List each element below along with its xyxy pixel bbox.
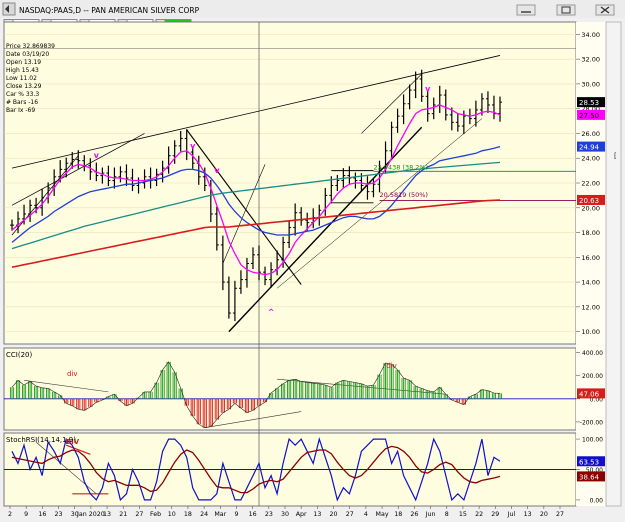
x-tick-label: 24: [200, 511, 208, 518]
fib-label: 22.9438 (38.2%): [373, 163, 428, 171]
price-y-tick-label: 34.00: [581, 31, 600, 39]
x-tick-label: 9: [234, 511, 238, 518]
info-line: Bar Ix -69: [6, 107, 35, 114]
wave-marker: ^: [268, 307, 275, 316]
x-tick-label: 20: [540, 511, 548, 518]
symbol-line: NASDAQ:PAAS,D -- PAN AMERICAN SILVER COR…: [19, 6, 200, 15]
x-tick-label: 29: [491, 511, 499, 518]
info-line: Date 03/19/20: [6, 51, 49, 58]
stoch-k-last-label: 63.53: [579, 458, 599, 466]
price-last-label: 28.53: [579, 99, 599, 107]
x-tick-label: Jul: [507, 511, 516, 518]
wave-marker: v: [190, 141, 196, 150]
wave-marker: v: [214, 166, 220, 175]
price-y-tick-label: 12.00: [581, 303, 600, 311]
x-tick-label: 18: [394, 511, 402, 518]
x-tick-label: 18: [184, 511, 192, 518]
cci-y-tick-label: -200.00: [580, 419, 603, 426]
x-tick-label: 10: [168, 511, 176, 518]
x-tick-label: Jan 2020: [76, 511, 105, 518]
x-tick-label: 4: [364, 511, 368, 518]
x-tick-label: May: [376, 511, 389, 518]
ma-short-last-label: 27.50: [579, 112, 599, 120]
window-arrows-icon[interactable]: [2, 2, 16, 16]
info-line: Low 11.02: [6, 75, 37, 82]
x-tick-label: 27: [135, 511, 143, 518]
x-tick-label: Jun: [425, 511, 436, 518]
x-tick-label: 16: [38, 511, 46, 518]
price-y-tick-label: 32.00: [581, 56, 600, 64]
x-tick-label: 23: [55, 511, 63, 518]
maximize-icon[interactable]: [556, 4, 576, 16]
stoch-y-tick-label: 0.00: [590, 497, 604, 504]
info-line: Price 32.869839: [6, 43, 55, 50]
cci-panel: [3, 347, 577, 431]
cci-div-label: div: [386, 362, 397, 370]
price-y-tick-label: 24.00: [581, 155, 600, 163]
x-tick-label: 27: [346, 511, 354, 518]
info-line: Car % 33.3: [6, 91, 39, 98]
price-y-tick-label: 18.00: [581, 229, 600, 237]
close-icon[interactable]: [595, 4, 615, 16]
y-axis-area: [576, 22, 606, 506]
x-tick-label: 8: [445, 511, 449, 518]
scrollbar[interactable]: [605, 21, 622, 507]
stoch-y-tick-label: 100.00: [582, 437, 603, 444]
x-tick-label: 22: [475, 511, 483, 518]
x-tick-label: Mar: [214, 511, 226, 518]
x-tick-label: 15: [459, 511, 467, 518]
x-tick-label: 27: [556, 511, 564, 518]
x-tick-label: 13: [524, 511, 532, 518]
cci-div-label: div: [67, 370, 78, 378]
price-y-tick-label: 20.00: [581, 204, 600, 212]
info-line: High 15.43: [6, 67, 39, 74]
stoch-d-last-label: 38.64: [579, 473, 600, 481]
x-tick-label: 9: [24, 511, 28, 518]
price-y-tick-label: 30.00: [581, 80, 600, 88]
x-tick-label: Apr: [296, 511, 307, 518]
x-tick-label: 2: [8, 511, 12, 518]
cci-title: CCI(20): [6, 351, 32, 359]
info-line: Close 13.29: [6, 83, 42, 90]
price-y-tick-label: 14.00: [581, 279, 600, 287]
wave-marker: v: [425, 84, 431, 93]
stoch-title: StochRSI(14,14,1,9): [6, 436, 76, 444]
x-tick-label: 16: [249, 511, 257, 518]
info-line: Open 13.19: [6, 59, 41, 66]
info-line: # Bars -16: [6, 99, 38, 106]
x-tick-label: 20: [330, 511, 338, 518]
x-tick-label: 13: [103, 511, 111, 518]
x-tick-label: 26: [410, 511, 418, 518]
x-tick-label: 23: [265, 511, 273, 518]
price-y-tick-label: 22.00: [581, 180, 600, 188]
x-tick-label: 30: [281, 511, 289, 518]
x-tick-label: Feb: [150, 511, 161, 518]
scroll-marker: [: [614, 152, 617, 160]
minimize-icon[interactable]: [516, 4, 536, 16]
ma-long-last-label: 20.63: [579, 197, 599, 205]
cci-y-tick-label: 400.00: [582, 350, 603, 357]
chart-window: NASDAQ:PAAS,D -- PAN AMERICAN SILVER COR…: [0, 0, 625, 522]
ma-mid-last-label: 24.94: [579, 144, 600, 152]
fib-label: 20.5819 (50%): [380, 191, 428, 199]
cci-last-label: 47.06: [579, 390, 600, 398]
price-y-tick-label: 10.00: [581, 328, 600, 336]
price-y-tick-label: 26.00: [581, 130, 600, 138]
wave-marker: v: [94, 151, 100, 160]
chart-canvas: NASDAQ:PAAS,D -- PAN AMERICAN SILVER COR…: [0, 0, 625, 522]
x-tick-label: 13: [313, 511, 321, 518]
x-tick-label: 21: [119, 511, 127, 518]
cci-y-tick-label: 200.00: [582, 373, 603, 380]
price-y-tick-label: 16.00: [581, 254, 600, 262]
